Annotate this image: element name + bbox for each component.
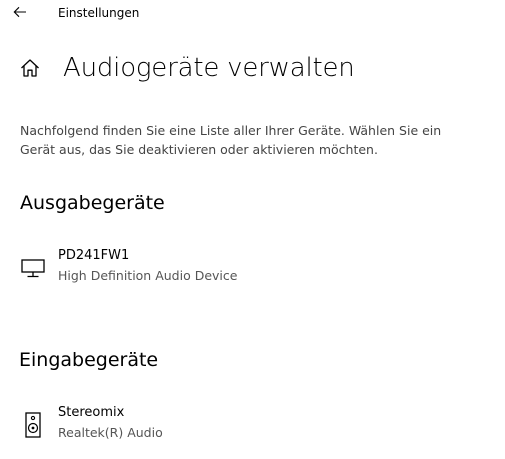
home-icon: [21, 59, 39, 77]
back-button[interactable]: [8, 1, 32, 23]
output-device-item[interactable]: PD241FW1 High Definition Audio Device: [18, 247, 338, 291]
settings-page: Einstellungen Audiogeräte verwalten Nach…: [0, 0, 505, 459]
device-name: Stereomix: [58, 405, 125, 420]
speaker-icon: [25, 412, 41, 438]
device-name: PD241FW1: [58, 248, 130, 263]
window-title: Einstellungen: [58, 6, 140, 20]
input-devices-heading: Eingabegeräte: [19, 349, 159, 371]
input-device-item[interactable]: Stereomix Realtek(R) Audio: [18, 404, 338, 448]
page-description: Nachfolgend finden Sie eine Liste aller …: [20, 123, 442, 157]
monitor-icon: [21, 259, 45, 278]
device-subtitle: High Definition Audio Device: [58, 268, 238, 283]
back-arrow-icon: [13, 6, 26, 18]
title-bar: Einstellungen: [0, 0, 505, 26]
page-title: Audiogeräte verwalten: [63, 53, 355, 83]
device-subtitle: Realtek(R) Audio: [58, 425, 163, 440]
output-devices-heading: Ausgabegeräte: [20, 192, 165, 214]
